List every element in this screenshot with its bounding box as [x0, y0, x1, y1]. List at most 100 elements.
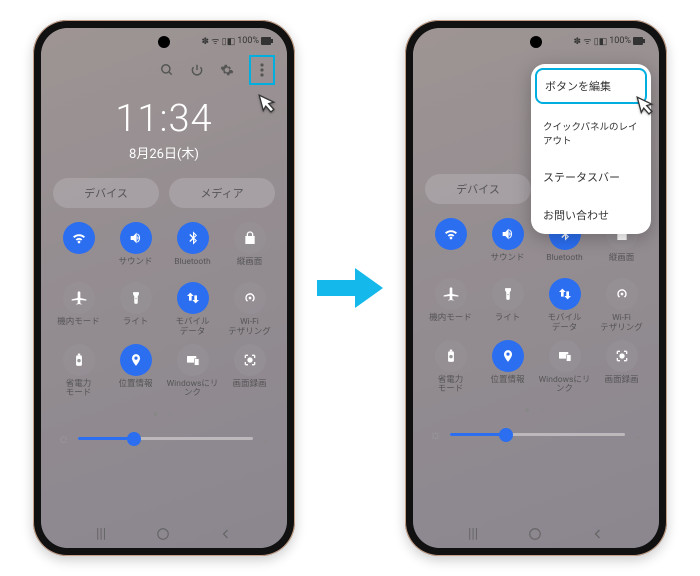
status-icons: ✽ ᯤ ▯◧ [202, 34, 236, 47]
menu-contact[interactable]: お問い合わせ [531, 196, 651, 234]
tile-location[interactable]: 位置情報 [480, 340, 535, 396]
nav-back[interactable] [592, 528, 604, 540]
wifi-icon [435, 218, 467, 250]
phone-right: ✽ ᯤ ▯◧ 100% ボタンを編集 クイックパネルのレイアウト ステータスバー… [405, 20, 667, 556]
page-indicator: ● ○ [41, 409, 287, 420]
nav-recent[interactable]: ||| [96, 526, 106, 542]
battery-text: 100% [237, 36, 259, 46]
tile-powersave[interactable]: 省電力 モード [51, 344, 106, 400]
airplane-icon [435, 278, 467, 310]
record-icon [606, 340, 638, 372]
menu-panel-layout[interactable]: クイックパネルのレイアウト [531, 108, 651, 158]
tile-label: Bluetooth [174, 258, 210, 276]
tile-label: ライト [123, 318, 149, 336]
tile-link[interactable]: Windowsにリ ンク [165, 344, 220, 400]
android-navbar: ||| [413, 526, 659, 542]
location-icon [120, 344, 152, 376]
tile-label: Windowsにリ ンク [539, 376, 591, 396]
tile-record[interactable]: 画面録画 [222, 344, 277, 400]
tile-bluetooth[interactable]: Bluetooth [165, 222, 220, 276]
tile-lock[interactable]: 縦画面 [222, 222, 277, 276]
tile-mobiledata[interactable]: モバイル データ [537, 278, 592, 334]
tile-label: 縦画面 [609, 254, 635, 272]
more-options-button[interactable] [249, 55, 275, 85]
tile-tether[interactable]: Wi-Fi テザリング [222, 282, 277, 338]
menu-edit-buttons[interactable]: ボタンを編集 [535, 68, 647, 104]
tether-icon [606, 278, 638, 310]
nav-recent[interactable]: ||| [468, 526, 478, 542]
page-indicator: ● ○ [413, 405, 659, 416]
flashlight-icon [492, 278, 524, 310]
status-icons: ✽ ᯤ ▯◧ [574, 34, 608, 47]
phone-left: ✽ ᯤ ▯◧ 100% 11:34 8月26日(木) [33, 20, 295, 556]
battery-icon [633, 37, 645, 45]
tile-wifi[interactable] [423, 218, 478, 272]
battery-text: 100% [609, 36, 631, 46]
tile-sound[interactable]: サウンド [480, 218, 535, 272]
status-bar: ✽ ᯤ ▯◧ 100% [413, 28, 659, 49]
date-text: 8月26日(木) [41, 143, 287, 162]
tile-mobiledata[interactable]: モバイル データ [165, 282, 220, 338]
tab-device[interactable]: デバイス [53, 178, 159, 208]
tile-sound[interactable]: サウンド [108, 222, 163, 276]
tile-label: サウンド [490, 254, 524, 272]
screen: ✽ ᯤ ▯◧ 100% ボタンを編集 クイックパネルのレイアウト ステータスバー… [413, 28, 659, 548]
tile-label: モバイル データ [175, 318, 209, 338]
sound-icon [492, 218, 524, 250]
brightness-slider[interactable]: ☼ ⌄ [41, 420, 287, 447]
tile-label: 位置情報 [490, 376, 524, 394]
tile-record[interactable]: 画面録画 [594, 340, 649, 396]
device-media-tabs: デバイス メディア [41, 162, 287, 218]
link-icon [549, 340, 581, 372]
nav-home[interactable] [156, 527, 170, 541]
menu-status-bar[interactable]: ステータスバー [531, 158, 651, 196]
tile-label: 省電力 モード [66, 380, 92, 400]
brightness-icon: ☼ [429, 426, 442, 443]
power-icon[interactable] [189, 62, 205, 78]
tile-flashlight[interactable]: ライト [108, 282, 163, 338]
quick-tiles: サウンド Bluetooth 縦画面機内モードライト モバイル データ Wi-Fi テザ… [413, 214, 659, 399]
tile-label: 画面録画 [604, 376, 638, 394]
tile-label: Wi-Fi テザリング [228, 318, 271, 338]
tile-tether[interactable]: Wi-Fi テザリング [594, 278, 649, 334]
screen: ✽ ᯤ ▯◧ 100% 11:34 8月26日(木) [41, 28, 287, 548]
tether-icon [234, 282, 266, 314]
chevron-down-icon[interactable]: ⌄ [633, 428, 643, 442]
tile-airplane[interactable]: 機内モード [51, 282, 106, 338]
brightness-slider[interactable]: ☼ ⌄ [413, 416, 659, 443]
nav-back[interactable] [220, 528, 232, 540]
android-navbar: ||| [41, 526, 287, 542]
tile-flashlight[interactable]: ライト [480, 278, 535, 334]
location-icon [492, 340, 524, 372]
tile-label: Windowsにリ ンク [167, 380, 219, 400]
tile-label: Bluetooth [546, 254, 582, 272]
tile-label: モバイル データ [547, 314, 581, 334]
time-text: 11:34 [41, 97, 287, 141]
quick-panel-actions [41, 49, 287, 91]
clock-widget: 11:34 8月26日(木) [41, 97, 287, 162]
search-icon[interactable] [159, 62, 175, 78]
tile-location[interactable]: 位置情報 [108, 344, 163, 400]
tile-label: サウンド [118, 258, 152, 276]
quick-tiles: サウンド Bluetooth 縦画面機内モード ライト モバイル データ Wi-Fi テザ… [41, 218, 287, 403]
nav-home[interactable] [528, 527, 542, 541]
arrow-right-icon [315, 263, 385, 313]
slider-track[interactable] [450, 433, 625, 436]
mobiledata-icon [549, 278, 581, 310]
tile-label: 位置情報 [118, 380, 152, 398]
tab-media[interactable]: メディア [169, 178, 275, 208]
gear-icon[interactable] [219, 62, 235, 78]
chevron-down-icon[interactable]: ⌄ [261, 432, 271, 446]
powersave-icon [63, 344, 95, 376]
tile-label: ライト [495, 314, 521, 332]
tile-wifi[interactable] [51, 222, 106, 276]
tile-link[interactable]: Windowsにリ ンク [537, 340, 592, 396]
slider-track[interactable] [78, 437, 253, 440]
tile-airplane[interactable]: 機内モード [423, 278, 478, 334]
tile-label: 機内モード [57, 318, 100, 336]
sound-icon [120, 222, 152, 254]
tile-label: 画面録画 [232, 380, 266, 398]
tile-powersave[interactable]: 省電力 モード [423, 340, 478, 396]
tab-device[interactable]: デバイス [425, 174, 531, 204]
link-icon [177, 344, 209, 376]
